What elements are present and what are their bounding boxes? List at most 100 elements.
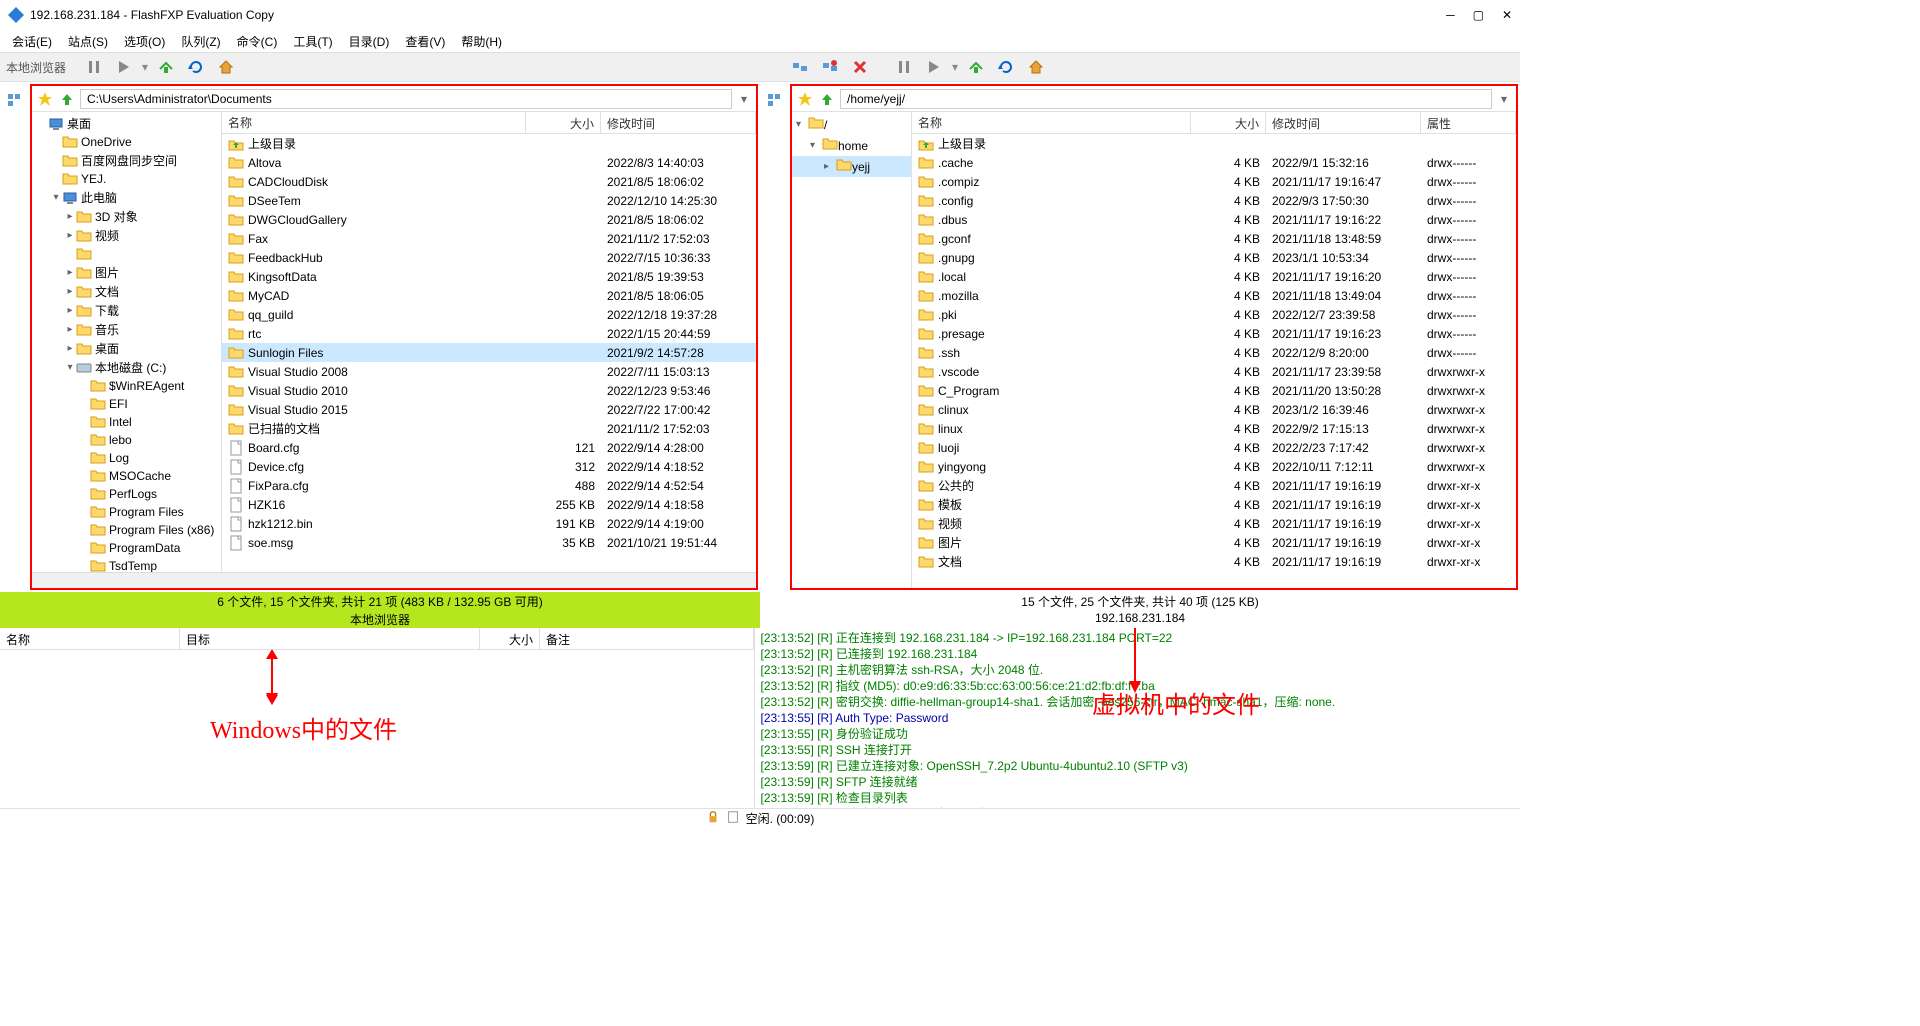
up-icon[interactable] bbox=[58, 90, 76, 108]
tree-node[interactable]: ▾/ bbox=[792, 114, 911, 135]
file-row[interactable]: 上级目录 bbox=[222, 134, 756, 153]
play-button[interactable] bbox=[112, 55, 136, 79]
file-row[interactable]: DWGCloudGallery2021/8/5 18:06:02 bbox=[222, 210, 756, 229]
file-row[interactable]: .mozilla4 KB2021/11/18 13:49:04drwx-----… bbox=[912, 286, 1516, 305]
file-row[interactable]: Visual Studio 20082022/7/11 15:03:13 bbox=[222, 362, 756, 381]
menu-dir[interactable]: 目录(D) bbox=[343, 31, 396, 52]
file-row[interactable]: luoji4 KB2022/2/23 7:17:42drwxrwxr-x bbox=[912, 438, 1516, 457]
file-row[interactable]: yingyong4 KB2022/10/11 7:12:11drwxrwxr-x bbox=[912, 457, 1516, 476]
menu-session[interactable]: 会话(E) bbox=[6, 31, 58, 52]
refresh-button[interactable] bbox=[184, 55, 208, 79]
qcol-size[interactable]: 大小 bbox=[480, 628, 540, 649]
home2-button[interactable] bbox=[1024, 55, 1048, 79]
play2-button[interactable] bbox=[922, 55, 946, 79]
file-row[interactable]: 上级目录 bbox=[912, 134, 1516, 153]
up2-icon[interactable] bbox=[818, 90, 836, 108]
tree-node[interactable]: Intel bbox=[32, 413, 221, 431]
tree-node[interactable]: ▸3D 对象 bbox=[32, 207, 221, 226]
rcol-attr[interactable]: 属性 bbox=[1421, 112, 1516, 133]
tree-node[interactable]: ▸桌面 bbox=[32, 339, 221, 358]
tree-node[interactable]: ▸图片 bbox=[32, 263, 221, 282]
file-row[interactable]: .pki4 KB2022/12/7 23:39:58drwx------ bbox=[912, 305, 1516, 324]
file-row[interactable]: 视频4 KB2021/11/17 19:16:19drwxr-xr-x bbox=[912, 514, 1516, 533]
transfer2-button[interactable] bbox=[964, 55, 988, 79]
home-button[interactable] bbox=[214, 55, 238, 79]
col-date[interactable]: 修改时间 bbox=[601, 112, 756, 133]
path-dropdown2-icon[interactable]: ▾ bbox=[1496, 92, 1512, 106]
local-tree[interactable]: 桌面OneDrive百度网盘同步空间YEJ.▾此电脑▸3D 对象▸视频▸图片▸文… bbox=[32, 112, 222, 572]
tree-node[interactable]: 桌面 bbox=[32, 114, 221, 133]
menu-sites[interactable]: 站点(S) bbox=[62, 31, 114, 52]
file-row[interactable]: .local4 KB2021/11/17 19:16:20drwx------ bbox=[912, 267, 1516, 286]
file-row[interactable]: .ssh4 KB2022/12/9 8:20:00drwx------ bbox=[912, 343, 1516, 362]
file-row[interactable]: Board.cfg1212022/9/14 4:28:00 bbox=[222, 438, 756, 457]
scrollbar-h[interactable] bbox=[32, 572, 756, 588]
file-row[interactable]: Device.cfg3122022/9/14 4:18:52 bbox=[222, 457, 756, 476]
tree-node[interactable]: ▸音乐 bbox=[32, 320, 221, 339]
rcol-size[interactable]: 大小 bbox=[1191, 112, 1266, 133]
menu-view[interactable]: 查看(V) bbox=[399, 31, 451, 52]
tree-node[interactable]: OneDrive bbox=[32, 133, 221, 151]
file-row[interactable]: Visual Studio 20102022/12/23 9:53:46 bbox=[222, 381, 756, 400]
menu-options[interactable]: 选项(O) bbox=[118, 31, 171, 52]
tree-toggle2-icon[interactable] bbox=[762, 88, 786, 112]
tree-node[interactable]: EFI bbox=[32, 395, 221, 413]
minimize-button[interactable]: ─ bbox=[1446, 8, 1455, 22]
tree-node[interactable]: $WinREAgent bbox=[32, 377, 221, 395]
pause-button[interactable] bbox=[82, 55, 106, 79]
file-row[interactable]: Sunlogin Files2021/9/2 14:57:28 bbox=[222, 343, 756, 362]
tree-node[interactable]: PerfLogs bbox=[32, 485, 221, 503]
bookmark-icon[interactable] bbox=[36, 90, 54, 108]
file-row[interactable]: FixPara.cfg4882022/9/14 4:52:54 bbox=[222, 476, 756, 495]
abort-button[interactable] bbox=[848, 55, 872, 79]
tree-node[interactable]: ▸视频 bbox=[32, 226, 221, 245]
file-row[interactable]: DSeeTem2022/12/10 14:25:30 bbox=[222, 191, 756, 210]
tree-node[interactable]: MSOCache bbox=[32, 467, 221, 485]
file-row[interactable]: soe.msg35 KB2021/10/21 19:51:44 bbox=[222, 533, 756, 552]
file-row[interactable]: .vscode4 KB2021/11/17 23:39:58drwxrwxr-x bbox=[912, 362, 1516, 381]
file-row[interactable]: 模板4 KB2021/11/17 19:16:19drwxr-xr-x bbox=[912, 495, 1516, 514]
file-row[interactable]: .cache4 KB2022/9/1 15:32:16drwx------ bbox=[912, 153, 1516, 172]
rcol-name[interactable]: 名称 bbox=[912, 112, 1191, 133]
file-row[interactable]: hzk1212.bin191 KB2022/9/14 4:19:00 bbox=[222, 514, 756, 533]
tree-node[interactable]: ▾home bbox=[792, 135, 911, 156]
menu-tools[interactable]: 工具(T) bbox=[287, 31, 338, 52]
tree-node[interactable]: Log bbox=[32, 449, 221, 467]
local-path-input[interactable] bbox=[80, 89, 732, 109]
tree-node[interactable]: YEJ. bbox=[32, 170, 221, 188]
file-row[interactable]: C_Program4 KB2021/11/20 13:50:28drwxrwxr… bbox=[912, 381, 1516, 400]
file-row[interactable]: 已扫描的文档2021/11/2 17:52:03 bbox=[222, 419, 756, 438]
remote-tree[interactable]: ▾/▾home▸yejj bbox=[792, 112, 912, 588]
file-row[interactable]: qq_guild2022/12/18 19:37:28 bbox=[222, 305, 756, 324]
tree-node[interactable]: ▸下载 bbox=[32, 301, 221, 320]
file-row[interactable]: KingsoftData2021/8/5 19:39:53 bbox=[222, 267, 756, 286]
qcol-note[interactable]: 备注 bbox=[540, 628, 754, 649]
file-row[interactable]: .config4 KB2022/9/3 17:50:30drwx------ bbox=[912, 191, 1516, 210]
file-row[interactable]: MyCAD2021/8/5 18:06:05 bbox=[222, 286, 756, 305]
menu-queue[interactable]: 队列(Z) bbox=[175, 31, 226, 52]
file-row[interactable]: .dbus4 KB2021/11/17 19:16:22drwx------ bbox=[912, 210, 1516, 229]
log-pane[interactable]: 虚拟机中的文件 [23:13:52] [R] 正在连接到 192.168.231… bbox=[755, 628, 1521, 808]
file-row[interactable]: clinux4 KB2023/1/2 16:39:46drwxrwxr-x bbox=[912, 400, 1516, 419]
file-row[interactable]: .presage4 KB2021/11/17 19:16:23drwx-----… bbox=[912, 324, 1516, 343]
tree-node[interactable]: Program Files (x86) bbox=[32, 521, 221, 539]
col-size[interactable]: 大小 bbox=[526, 112, 601, 133]
rcol-date[interactable]: 修改时间 bbox=[1266, 112, 1421, 133]
file-row[interactable]: linux4 KB2022/9/2 17:15:13drwxrwxr-x bbox=[912, 419, 1516, 438]
tree-node[interactable]: ▸文档 bbox=[32, 282, 221, 301]
file-row[interactable]: rtc2022/1/15 20:44:59 bbox=[222, 324, 756, 343]
file-row[interactable]: .gconf4 KB2021/11/18 13:48:59drwx------ bbox=[912, 229, 1516, 248]
remote-path-input[interactable] bbox=[840, 89, 1492, 109]
disconnect-button[interactable] bbox=[818, 55, 842, 79]
qcol-target[interactable]: 目标 bbox=[180, 628, 480, 649]
tree-node[interactable]: ▾本地磁盘 (C:) bbox=[32, 358, 221, 377]
tree-node[interactable]: ▾此电脑 bbox=[32, 188, 221, 207]
file-row[interactable]: 公共的4 KB2021/11/17 19:16:19drwxr-xr-x bbox=[912, 476, 1516, 495]
tree-toggle-icon[interactable] bbox=[2, 88, 26, 112]
maximize-button[interactable]: ▢ bbox=[1473, 8, 1484, 22]
file-row[interactable]: Visual Studio 20152022/7/22 17:00:42 bbox=[222, 400, 756, 419]
qcol-name[interactable]: 名称 bbox=[0, 628, 180, 649]
file-row[interactable]: 图片4 KB2021/11/17 19:16:19drwxr-xr-x bbox=[912, 533, 1516, 552]
tree-node[interactable]: ▸yejj bbox=[792, 156, 911, 177]
file-row[interactable]: 文档4 KB2021/11/17 19:16:19drwxr-xr-x bbox=[912, 552, 1516, 571]
